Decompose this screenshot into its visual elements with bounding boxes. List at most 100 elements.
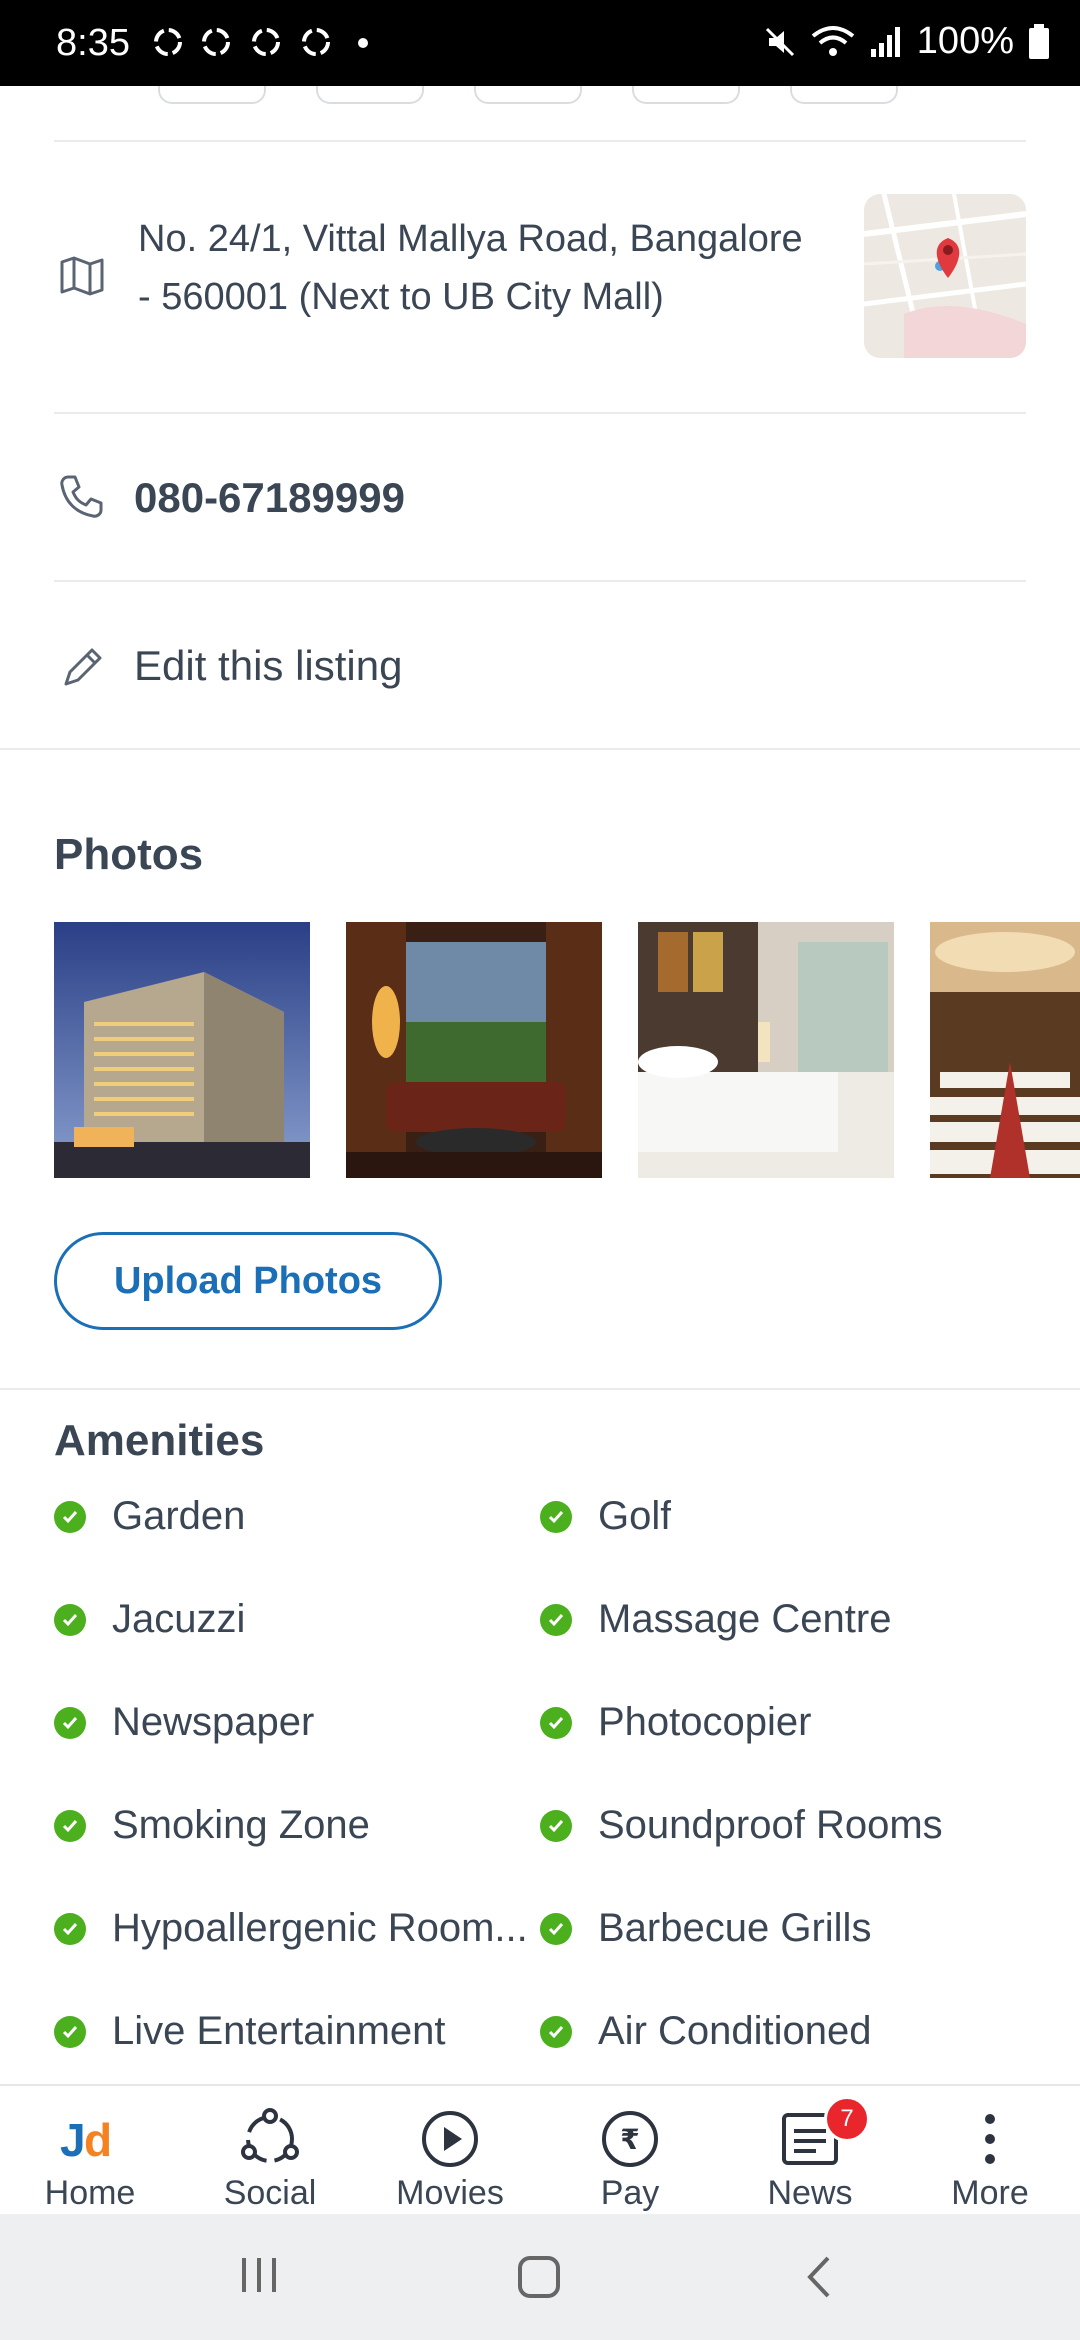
nav-pay[interactable]: ₹ Pay [540,2086,720,2216]
edit-listing-link[interactable]: Edit this listing [134,642,402,690]
amenity-item: Garden [54,1494,245,1539]
nav-home[interactable]: Jd Home [0,2086,180,2216]
amenity-label: Photocopier [598,1700,812,1744]
divider [54,140,1026,142]
amenity-label: Massage Centre [598,1597,892,1641]
social-icon [239,2106,301,2172]
amenity-label: Barbecue Grills [598,1906,872,1950]
photo-hotel-exterior[interactable] [54,922,310,1178]
photo-lounge-window[interactable] [346,922,602,1178]
amenity-label: Hypoallergenic Room... [112,1906,528,1950]
battery-percent: 100% [916,20,1014,62]
amenity-item: Newspaper [54,1700,314,1745]
more-vertical-icon [980,2106,1000,2172]
check-icon [54,1809,86,1842]
nav-movies[interactable]: Movies [360,2086,540,2216]
check-icon [54,1706,86,1739]
news-badge: 7 [824,2096,870,2142]
check-icon [540,1706,572,1739]
amenity-item: Golf [540,1494,671,1539]
action-chip[interactable] [158,86,266,104]
check-icon [540,2015,572,2048]
check-icon [54,1603,86,1636]
svg-text:d: d [84,2114,112,2164]
check-icon [54,2015,86,2048]
photo-banquet-hall[interactable] [930,922,1080,1178]
action-chip[interactable] [474,86,582,104]
amenity-item: Smoking Zone [54,1803,370,1848]
back-icon[interactable] [800,2254,840,2300]
action-chip[interactable] [790,86,898,104]
wifi-icon [811,25,855,56]
check-icon [540,1912,572,1945]
phone-number[interactable]: 080-67189999 [134,474,405,522]
check-icon [540,1809,572,1842]
section-divider [0,1388,1080,1390]
amenity-label: Golf [598,1494,672,1538]
notification-dot [358,38,368,48]
svg-text:J: J [60,2114,86,2164]
amenity-label: Jacuzzi [112,1597,246,1641]
upload-photos-button[interactable]: Upload Photos [54,1232,442,1330]
amenity-label: Air Conditioned [598,2009,872,2053]
amenity-item: Barbecue Grills [540,1906,871,1951]
amenity-label: Newspaper [112,1700,315,1744]
amenity-item: Massage Centre [540,1597,891,1642]
play-icon [420,2106,480,2172]
amenity-item: Photocopier [540,1700,811,1745]
photo-bedroom[interactable] [638,922,894,1178]
sync-icon [252,28,280,56]
check-icon [54,1912,86,1945]
photos-title: Photos [54,830,204,879]
bottom-navigation: Jd Home Social Movies ₹ Pay 7 News More [0,2084,1080,2216]
address-line-2: - 560001 (Next to UB City Mall) [138,276,664,318]
nav-label: Social [223,2174,317,2212]
map-icon [60,256,104,296]
map-thumbnail[interactable] [864,194,1026,358]
action-chip[interactable] [632,86,740,104]
check-icon [54,1500,86,1533]
nav-label: Home [44,2174,136,2212]
address-text[interactable]: No. 24/1, Vittal Mallya Road, Bangalore … [138,210,838,326]
amenity-item: Live Entertainment [54,2009,446,2054]
battery-icon [1029,23,1049,59]
mute-icon [765,27,794,56]
check-icon [540,1500,572,1533]
address-line-1: No. 24/1, Vittal Mallya Road, Bangalore [138,218,803,260]
pencil-icon [64,648,102,686]
section-divider [0,748,1080,750]
check-icon [540,1603,572,1636]
divider [54,412,1026,414]
phone-icon [60,475,103,518]
nav-news[interactable]: 7 News [720,2086,900,2216]
status-bar: 8:35 100% [0,0,1080,86]
status-time: 8:35 [56,22,130,64]
home-button-icon[interactable] [516,2254,562,2300]
system-navigation-bar [0,2214,1080,2340]
jd-logo-icon: Jd [60,2106,120,2172]
rupee-icon: ₹ [600,2106,660,2172]
amenity-label: Smoking Zone [112,1803,370,1847]
nav-social[interactable]: Social [180,2086,360,2216]
nav-label: Pay [600,2174,660,2212]
amenity-label: Garden [112,1494,246,1538]
amenity-item: Soundproof Rooms [540,1803,943,1848]
divider [54,580,1026,582]
amenity-item: Hypoallergenic Room... [54,1906,534,1951]
amenities-title: Amenities [54,1416,265,1465]
sync-icon [202,28,230,56]
recent-apps-icon[interactable] [236,2252,282,2298]
nav-label: News [767,2174,853,2212]
nav-label: Movies [396,2174,504,2212]
signal-icon [870,26,900,57]
amenity-item: Jacuzzi [54,1597,245,1642]
action-chip[interactable] [316,86,424,104]
status-right: 100% [763,20,1050,63]
amenity-item: Air Conditioned [540,2009,872,2054]
sync-icon [302,28,330,56]
amenity-label: Live Entertainment [112,2009,446,2053]
nav-more[interactable]: More [900,2086,1080,2216]
amenity-label: Soundproof Rooms [598,1803,943,1847]
nav-label: More [951,2174,1029,2212]
sync-icon [154,28,182,56]
